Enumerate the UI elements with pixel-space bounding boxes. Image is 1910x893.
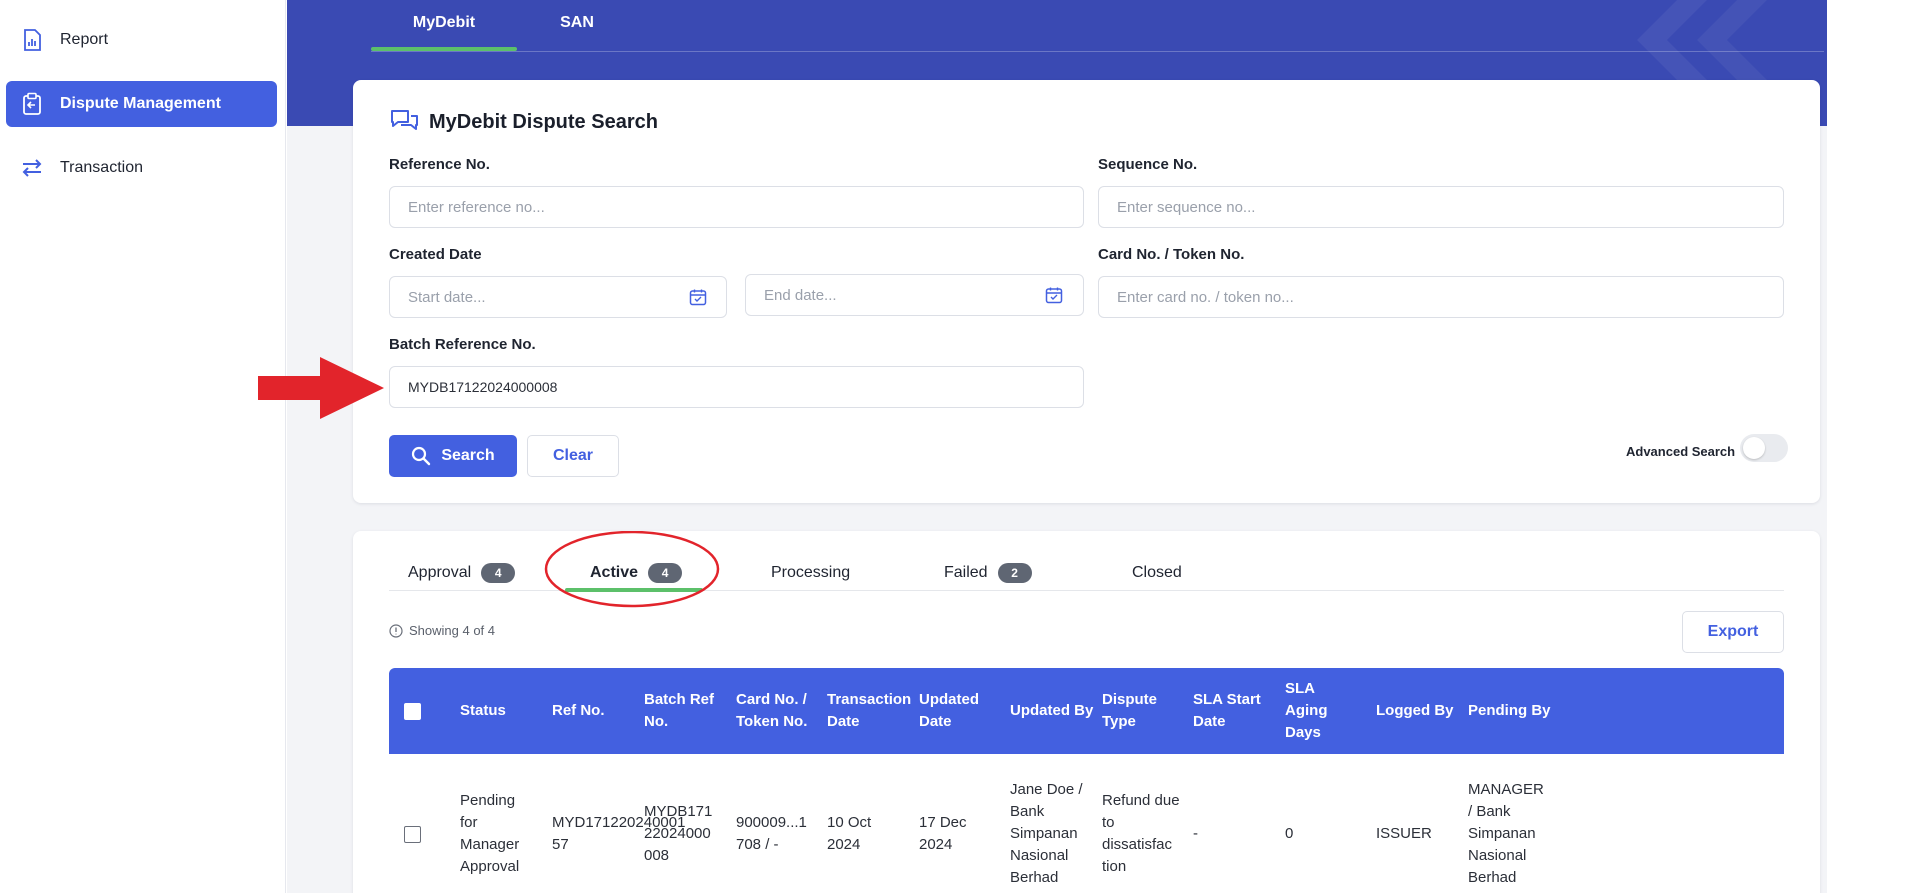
sequence-no-input[interactable] xyxy=(1098,186,1784,228)
table-header: Status Ref No. Batch Ref No. Card No. / … xyxy=(389,668,1784,754)
column-header-updated-by[interactable]: Updated By xyxy=(1010,668,1095,754)
advanced-search-label: Advanced Search xyxy=(1626,444,1736,459)
tab-approval[interactable]: Approval 4 xyxy=(408,560,516,586)
swap-arrows-icon xyxy=(18,154,46,182)
column-header-sla-start-date[interactable]: SLA Start Date xyxy=(1193,668,1278,754)
search-button-label: Search xyxy=(441,447,495,464)
showing-text: Showing 4 of 4 xyxy=(409,623,496,638)
select-all-cell xyxy=(404,668,421,754)
cell-pending-by: MANAGER / Bank Simpanan Nasional Berhad xyxy=(1468,781,1544,886)
tab-processing[interactable]: Processing xyxy=(771,560,850,586)
search-icon xyxy=(411,446,431,466)
advanced-search-toggle[interactable] xyxy=(1740,434,1788,462)
sidebar-item-report[interactable]: Report xyxy=(6,17,277,63)
column-header-card-no[interactable]: Card No. / Token No. xyxy=(736,668,811,754)
export-button[interactable]: Export xyxy=(1682,611,1784,653)
column-header-batch-ref-no[interactable]: Batch Ref No. xyxy=(644,668,729,754)
tab-closed[interactable]: Closed xyxy=(1132,560,1182,586)
tab-failed[interactable]: Failed 2 xyxy=(944,560,1032,586)
report-icon xyxy=(18,26,46,54)
cell-ref-no: MYD171220240001 57 xyxy=(552,814,686,853)
row-select-cell xyxy=(404,754,421,893)
search-title-text: MyDebit Dispute Search xyxy=(429,110,658,133)
sequence-no-label: Sequence No. xyxy=(1098,156,1198,173)
active-tab-indicator xyxy=(371,47,517,51)
reference-no-label: Reference No. xyxy=(389,156,490,173)
tab-san[interactable]: SAN xyxy=(517,14,637,32)
top-tab-divider xyxy=(371,51,1824,52)
sidebar-item-label: Transaction xyxy=(60,159,143,176)
cell-updated-by: Jane Doe / Bank Simpanan Nasional Berhad xyxy=(1010,781,1083,886)
column-header-logged-by[interactable]: Logged By xyxy=(1376,668,1461,754)
calendar-icon[interactable] xyxy=(1043,284,1065,306)
count-badge: 4 xyxy=(481,563,516,583)
column-header-transaction-date[interactable]: Transaction Date xyxy=(827,668,912,754)
showing-count: Showing 4 of 4 xyxy=(389,623,495,638)
cell-updated-date: 17 Dec 2024 xyxy=(919,814,967,853)
tab-label: Closed xyxy=(1132,564,1182,581)
search-card-title: MyDebit Dispute Search xyxy=(389,108,658,136)
sidebar: Report Dispute Management Transaction xyxy=(0,0,286,893)
cell-logged-by: ISSUER xyxy=(1376,825,1432,842)
card-no-label: Card No. / Token No. xyxy=(1098,246,1245,263)
tab-mydebit[interactable]: MyDebit xyxy=(371,14,517,32)
sidebar-item-label: Dispute Management xyxy=(60,95,221,112)
batch-ref-input[interactable] xyxy=(389,366,1084,408)
column-header-updated-date[interactable]: Updated Date xyxy=(919,668,1004,754)
column-header-sla-aging-days[interactable]: SLA Aging Days xyxy=(1285,668,1355,754)
batch-ref-label: Batch Reference No. xyxy=(389,336,536,353)
clipboard-icon xyxy=(18,90,46,118)
count-badge: 2 xyxy=(997,563,1032,583)
reference-no-input[interactable] xyxy=(389,186,1084,228)
tab-label: Failed xyxy=(944,564,988,581)
tab-label: Approval xyxy=(408,564,472,581)
results-card: Approval 4 Active 4 Processing Failed 2 … xyxy=(353,531,1820,893)
cell-transaction-date: 10 Oct 2024 xyxy=(827,814,872,853)
row-checkbox[interactable] xyxy=(404,825,421,843)
banner-decoration xyxy=(1637,0,1777,90)
cell-dispute-type: Refund due to dissatisfac tion xyxy=(1102,792,1180,875)
card-no-input[interactable] xyxy=(1098,276,1784,318)
calendar-icon[interactable] xyxy=(687,286,709,308)
created-date-label: Created Date xyxy=(389,246,482,263)
cell-batch-ref-no: MYDB171 22024000 008 xyxy=(644,803,713,864)
cell-sla-aging-days: 0 xyxy=(1285,825,1294,842)
clear-button[interactable]: Clear xyxy=(527,435,619,477)
select-all-checkbox[interactable] xyxy=(404,702,421,720)
cell-sla-start-date: - xyxy=(1193,825,1198,842)
column-header-status[interactable]: Status xyxy=(460,668,545,754)
cell-card-no: 900009...1 708 / - xyxy=(736,814,807,853)
search-card: MyDebit Dispute Search Reference No. Seq… xyxy=(353,80,1820,503)
right-gutter xyxy=(1827,0,1910,893)
annotation-arrow xyxy=(258,357,384,419)
column-header-pending-by[interactable]: Pending By xyxy=(1468,668,1553,754)
start-date-input[interactable] xyxy=(389,276,727,318)
sidebar-item-transaction[interactable]: Transaction xyxy=(6,145,277,191)
sidebar-item-label: Report xyxy=(60,31,109,48)
tab-label: Processing xyxy=(771,564,851,581)
column-header-ref-no[interactable]: Ref No. xyxy=(552,668,637,754)
annotation-circle xyxy=(544,531,720,608)
app-root: Report Dispute Management Transaction My… xyxy=(0,0,1910,893)
search-button[interactable]: Search xyxy=(389,435,517,477)
info-icon xyxy=(389,623,403,638)
sidebar-item-dispute-management[interactable]: Dispute Management xyxy=(6,81,277,127)
chat-bubbles-icon xyxy=(389,108,419,136)
end-date-input[interactable] xyxy=(745,274,1084,316)
column-header-dispute-type[interactable]: Dispute Type xyxy=(1102,668,1187,754)
cell-status: Pending for Manager Approval xyxy=(460,792,520,875)
disputes-table: Status Ref No. Batch Ref No. Card No. / … xyxy=(389,668,1784,893)
toggle-knob xyxy=(1743,437,1765,459)
table-row[interactable]: Pending for Manager Approval MYD17122024… xyxy=(389,754,1784,893)
